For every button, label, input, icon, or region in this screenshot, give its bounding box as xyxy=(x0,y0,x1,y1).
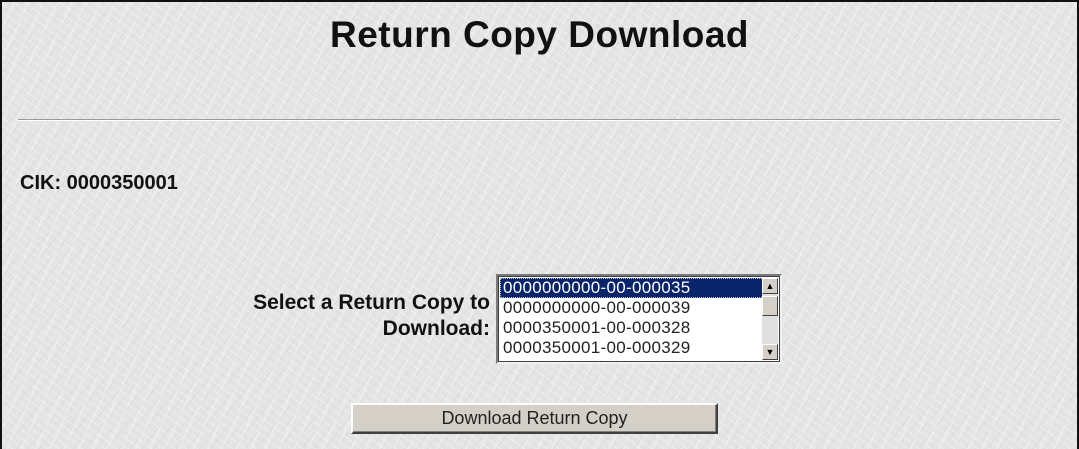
horizontal-divider xyxy=(18,119,1060,121)
cik-label: CIK: 0000350001 xyxy=(20,172,178,194)
download-return-copy-button[interactable]: Download Return Copy xyxy=(351,403,718,434)
scrollbar-thumb[interactable] xyxy=(762,296,778,316)
return-copy-select-label: Select a Return Copy to Download: xyxy=(60,290,490,342)
listbox-option[interactable]: 0000350001-00-000329 xyxy=(500,338,764,358)
listbox-option[interactable]: 0000000000-00-000039 xyxy=(500,298,764,318)
listbox-option[interactable]: 0000000000-00-000035 xyxy=(500,278,764,298)
page-frame xyxy=(0,0,1079,449)
listbox-options: 0000000000-00-000035 0000000000-00-00003… xyxy=(500,278,764,358)
scroll-up-arrow-icon[interactable]: ▲ xyxy=(762,278,778,294)
return-copy-listbox[interactable]: 0000000000-00-000035 0000000000-00-00003… xyxy=(496,274,782,364)
listbox-scrollbar[interactable]: ▲ ▼ xyxy=(762,278,778,360)
listbox-option[interactable]: 0000350001-00-000328 xyxy=(500,318,764,338)
scroll-down-arrow-icon[interactable]: ▼ xyxy=(762,344,778,360)
select-label-line1: Select a Return Copy to xyxy=(253,291,490,314)
select-label-line2: Download: xyxy=(382,317,490,340)
page-title: Return Copy Download xyxy=(329,14,750,55)
